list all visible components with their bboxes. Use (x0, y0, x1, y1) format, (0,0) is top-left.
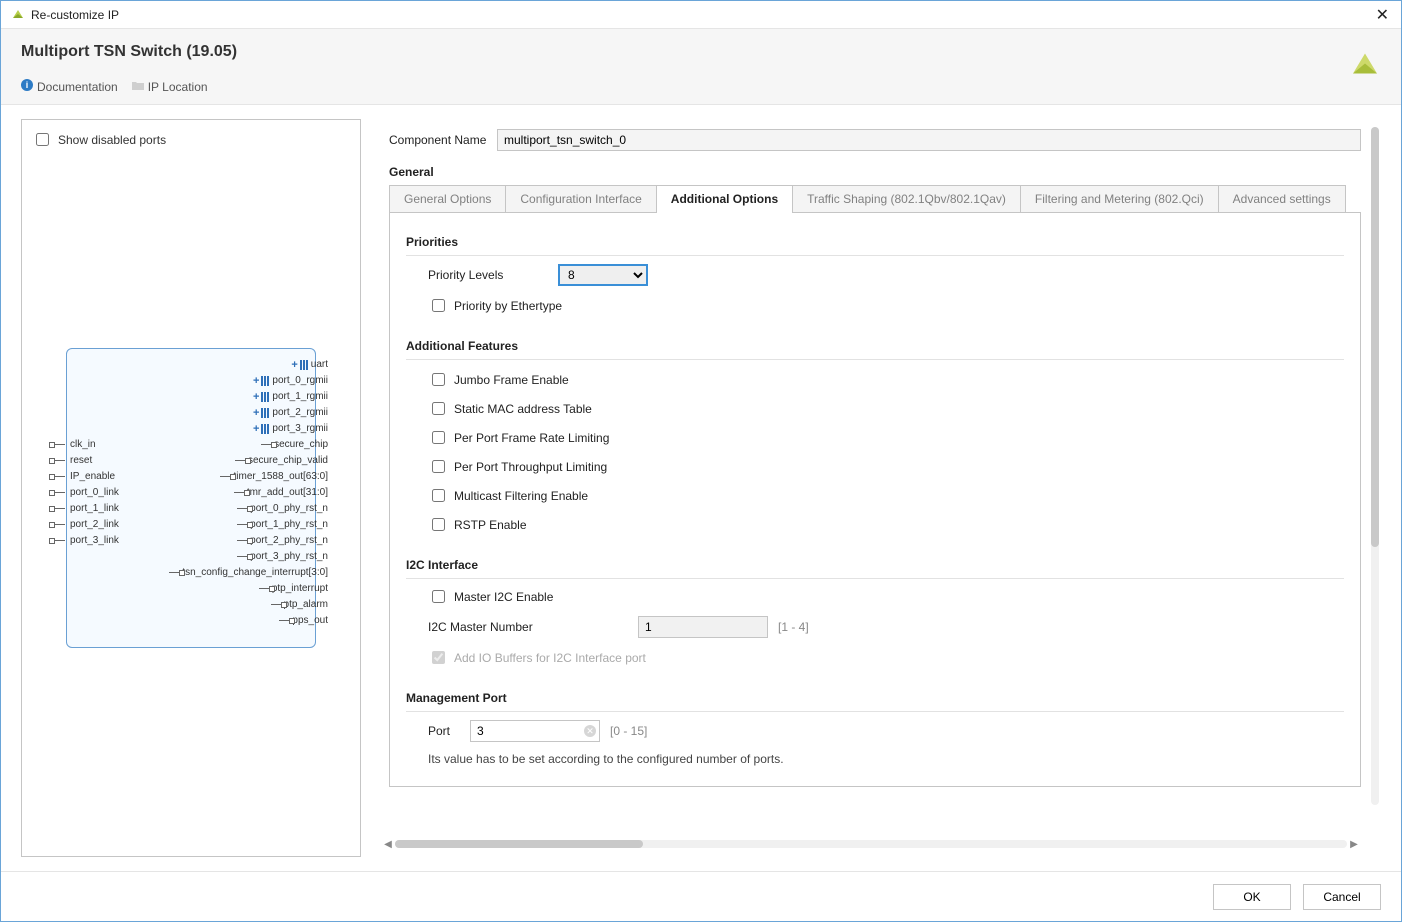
port-port_2_link: port_2_link (55, 519, 119, 530)
titlebar: Re-customize IP ✕ (1, 1, 1401, 29)
tab-content: Priorities Priority Levels 8 Priority by… (389, 213, 1361, 787)
tab-filtering-and-metering-802-qci-[interactable]: Filtering and Metering (802.Qci) (1021, 185, 1219, 212)
show-disabled-ports-checkbox[interactable]: Show disabled ports (32, 130, 350, 149)
mgmt-port-label: Port (428, 724, 460, 738)
priority-by-ethertype-checkbox[interactable]: Priority by Ethertype (428, 296, 1344, 315)
add-io-buffers-checkbox: Add IO Buffers for I2C Interface port (428, 648, 1344, 667)
mgmt-port-input[interactable] (470, 720, 600, 742)
folder-icon (132, 80, 144, 94)
header: Multiport TSN Switch (19.05) i Documenta… (1, 29, 1401, 105)
port-port_2_rgmii: port_2_rgmii+ (253, 407, 331, 419)
port-ptp_alarm: ptp_alarm (271, 599, 331, 610)
tabbar: General OptionsConfiguration InterfaceAd… (389, 185, 1361, 213)
port-ptp_interrupt: ptp_interrupt (259, 583, 331, 594)
port-secure_chip_valid: secure_chip_valid (235, 455, 331, 466)
app-icon (11, 8, 25, 22)
checkbox-per-port-throughput-limiting[interactable]: Per Port Throughput Limiting (428, 457, 1344, 476)
svg-text:i: i (26, 80, 29, 90)
checkbox-per-port-frame-rate-limiting[interactable]: Per Port Frame Rate Limiting (428, 428, 1344, 447)
port-reset: reset (55, 455, 92, 466)
page-title: Multiport TSN Switch (19.05) (21, 43, 1381, 61)
group-management-port: Management Port (406, 691, 1344, 705)
port-timer_1588_out[63:0]: timer_1588_out[63:0] (220, 471, 331, 482)
scroll-left-icon[interactable]: ◀ (381, 839, 395, 850)
i2c-master-number-input[interactable] (638, 616, 768, 638)
close-icon[interactable]: ✕ (1370, 5, 1395, 25)
group-priorities: Priorities (406, 235, 1344, 249)
ip-block-schematic: uart+port_0_rgmii+port_1_rgmii+port_2_rg… (66, 348, 316, 648)
port-tsn_config_change_interrupt[3:0]: tsn_config_change_interrupt[3:0] (169, 567, 331, 578)
tab-traffic-shaping-802-1qbv-802-1qav-[interactable]: Traffic Shaping (802.1Qbv/802.1Qav) (793, 185, 1021, 212)
port-port_0_phy_rst_n: port_0_phy_rst_n (237, 503, 331, 514)
tab-advanced-settings[interactable]: Advanced settings (1219, 185, 1346, 212)
component-name-label: Component Name (389, 133, 489, 147)
checkbox-rstp-enable[interactable]: RSTP Enable (428, 515, 1344, 534)
dialog-footer: OK Cancel (1, 871, 1401, 921)
horizontal-scrollbar[interactable]: ◀ ▶ (381, 837, 1361, 851)
group-additional-features: Additional Features (406, 339, 1344, 353)
group-i2c-interface: I2C Interface (406, 558, 1344, 572)
i2c-master-number-range: [1 - 4] (778, 620, 809, 634)
port-pps_out: pps_out (279, 615, 331, 626)
component-name-input[interactable] (497, 129, 1361, 151)
checkbox-static-mac-address-table[interactable]: Static MAC address Table (428, 399, 1344, 418)
priority-levels-label: Priority Levels (428, 268, 548, 282)
port-uart: uart+ (291, 359, 331, 371)
port-port_0_link: port_0_link (55, 487, 119, 498)
port-IP_enable: IP_enable (55, 471, 115, 482)
mgmt-port-input-wrap: ✕ (470, 720, 600, 742)
vertical-scrollbar[interactable] (1371, 127, 1379, 805)
tab-configuration-interface[interactable]: Configuration Interface (506, 185, 656, 212)
ok-button[interactable]: OK (1213, 884, 1291, 910)
checkbox-jumbo-frame-enable[interactable]: Jumbo Frame Enable (428, 370, 1344, 389)
port-port_3_rgmii: port_3_rgmii+ (253, 423, 331, 435)
port-port_3_link: port_3_link (55, 535, 119, 546)
tab-additional-options[interactable]: Additional Options (657, 185, 793, 212)
section-general: General (389, 165, 1361, 179)
scroll-right-icon[interactable]: ▶ (1347, 839, 1361, 850)
checkbox-multicast-filtering-enable[interactable]: Multicast Filtering Enable (428, 486, 1344, 505)
port-tmr_add_out[31:0]: tmr_add_out[31:0] (234, 487, 331, 498)
documentation-link[interactable]: i Documentation (21, 79, 118, 94)
port-port_1_link: port_1_link (55, 503, 119, 514)
config-scroll: Component Name General General OptionsCo… (373, 119, 1381, 835)
port-port_3_phy_rst_n: port_3_phy_rst_n (237, 551, 331, 562)
i2c-master-number-label: I2C Master Number (428, 620, 628, 634)
port-port_1_phy_rst_n: port_1_phy_rst_n (237, 519, 331, 530)
port-secure_chip: secure_chip (261, 439, 331, 450)
tab-general-options[interactable]: General Options (390, 185, 506, 212)
brand-logo-icon (1349, 49, 1381, 84)
ip-location-link[interactable]: IP Location (132, 80, 208, 94)
window-title: Re-customize IP (31, 8, 119, 22)
config-panel: Component Name General General OptionsCo… (373, 119, 1381, 857)
port-port_2_phy_rst_n: port_2_phy_rst_n (237, 535, 331, 546)
port-port_0_rgmii: port_0_rgmii+ (253, 375, 331, 387)
cancel-button[interactable]: Cancel (1303, 884, 1381, 910)
priority-levels-select[interactable]: 8 (558, 264, 648, 286)
schematic-panel: Show disabled ports uart+port_0_rgmii+po… (21, 119, 361, 857)
mgmt-port-description: Its value has to be set according to the… (428, 752, 1344, 766)
clear-icon[interactable]: ✕ (584, 725, 596, 737)
port-clk_in: clk_in (55, 439, 96, 450)
info-icon: i (21, 79, 33, 94)
mgmt-port-range: [0 - 15] (610, 724, 647, 738)
master-i2c-enable-checkbox[interactable]: Master I2C Enable (428, 587, 1344, 606)
port-port_1_rgmii: port_1_rgmii+ (253, 391, 331, 403)
